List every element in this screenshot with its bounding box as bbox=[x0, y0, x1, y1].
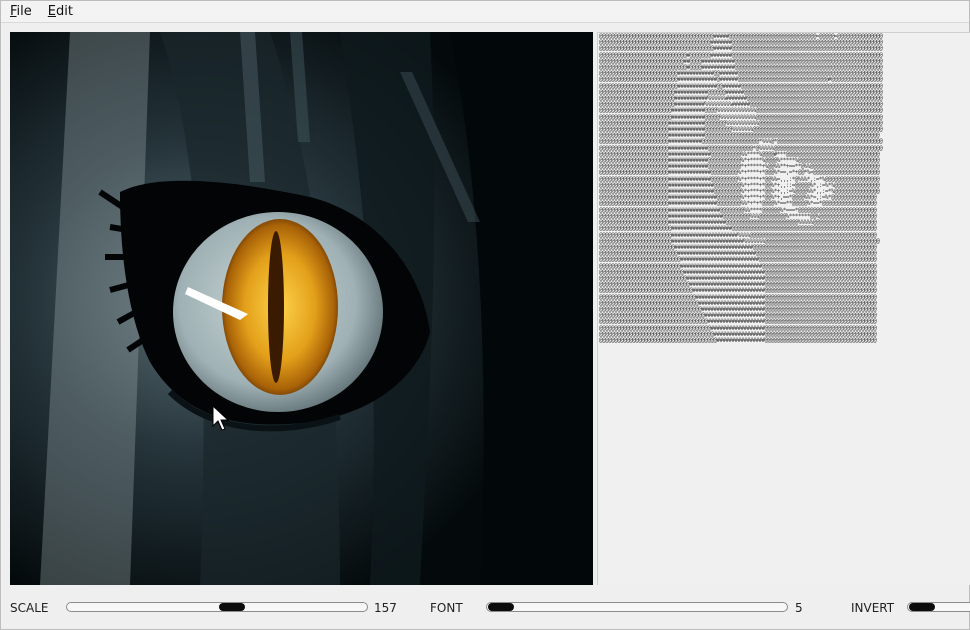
menu-edit[interactable]: Edit bbox=[39, 1, 80, 22]
scale-slider[interactable] bbox=[66, 602, 368, 612]
scale-value: 157 bbox=[374, 601, 397, 615]
menu-file[interactable]: File bbox=[1, 1, 39, 22]
font-value: 5 bbox=[795, 601, 803, 615]
menu-file-label: ile bbox=[16, 4, 32, 19]
font-label: FONT bbox=[430, 601, 463, 615]
font-slider[interactable] bbox=[486, 602, 788, 612]
menu-bar: File Edit bbox=[1, 1, 969, 23]
scale-slider-thumb[interactable] bbox=[218, 603, 245, 611]
source-image-pane[interactable] bbox=[10, 32, 593, 585]
invert-label: INVERT bbox=[851, 601, 895, 615]
invert-slider[interactable] bbox=[907, 602, 970, 612]
menu-edit-label: dit bbox=[56, 4, 73, 19]
menu-edit-mnemonic: E bbox=[47, 4, 56, 19]
ascii-output-text: @@@@@@@@@@@@@@@@@@@@@@@@@@@@@@@@@@@@@@##… bbox=[599, 33, 883, 344]
controls-bar: SCALE 157 FONT 5 INVERT bbox=[1, 595, 970, 621]
anime-eye-image bbox=[10, 32, 593, 585]
font-slider-thumb[interactable] bbox=[488, 603, 514, 611]
invert-slider-thumb[interactable] bbox=[909, 603, 935, 611]
scale-label: SCALE bbox=[10, 601, 49, 615]
app-window: File Edit @@@@@@@@@@@@@@@@@@@@@@@@@@@@@@… bbox=[0, 0, 970, 630]
ascii-output-pane[interactable]: @@@@@@@@@@@@@@@@@@@@@@@@@@@@@@@@@@@@@@##… bbox=[597, 32, 970, 585]
